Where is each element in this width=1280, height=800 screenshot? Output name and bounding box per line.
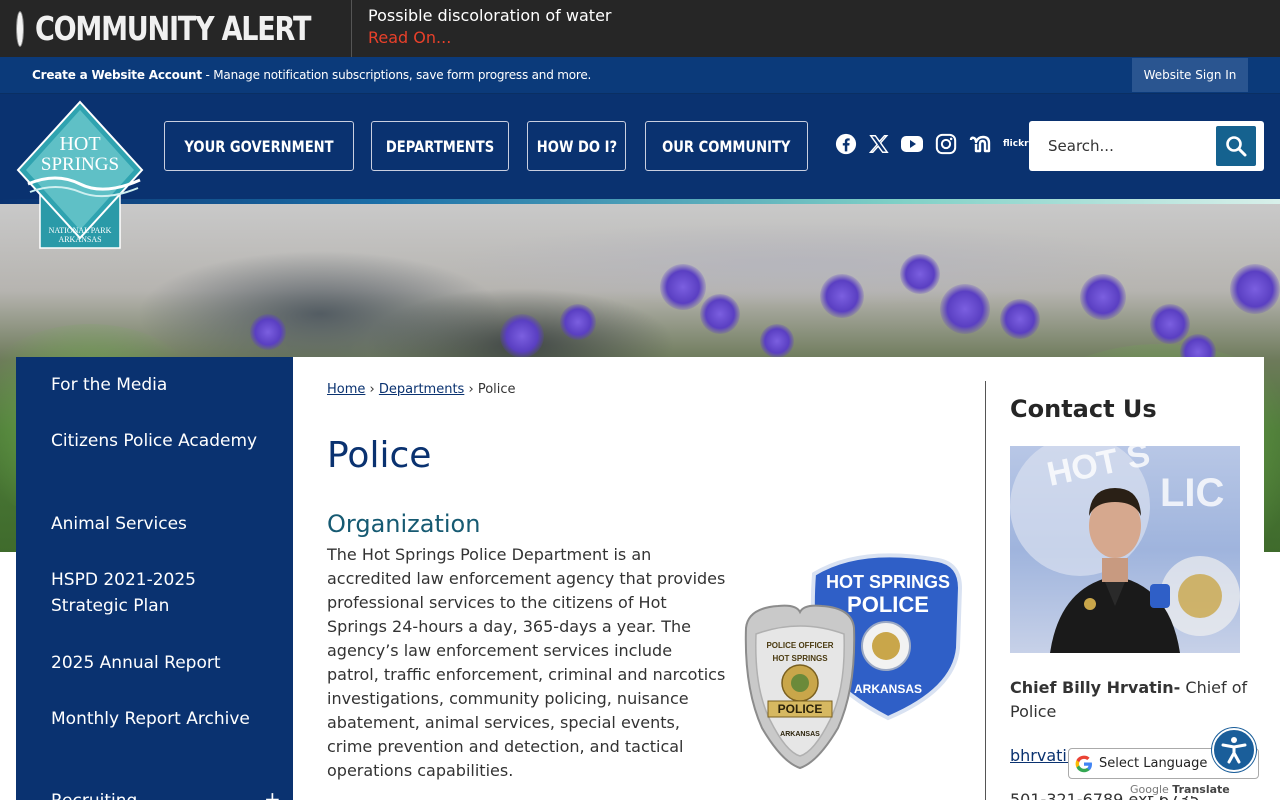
page-title: Police	[327, 435, 432, 476]
header-accent-stripe	[0, 199, 1280, 204]
flickr-icon[interactable]: flickr	[1003, 139, 1029, 149]
nav-how-do-i[interactable]: HOW DO I?	[527, 121, 626, 171]
nav-label: DEPARTMENTS	[385, 136, 495, 156]
chief-email-link[interactable]: bhrvatin	[1010, 746, 1077, 765]
search-input[interactable]	[1037, 129, 1217, 163]
patch-text-2: POLICE	[847, 592, 929, 617]
chief-name: Chief Billy Hrvatin- Chief of Police	[1010, 676, 1250, 724]
alert-icon	[17, 11, 23, 46]
search-icon	[1226, 136, 1247, 157]
section-title: Organization	[327, 510, 481, 538]
nextdoor-icon[interactable]	[968, 131, 994, 157]
nav-your-government[interactable]: YOUR GOVERNMENT	[164, 121, 354, 171]
google-brand: Google	[1130, 783, 1169, 796]
chief-photo: HOT S LIC	[1010, 446, 1240, 653]
sidebar-item-animal-services[interactable]: Animal Services	[51, 511, 261, 537]
account-bar: Create a Website Account - Manage notifi…	[0, 57, 1280, 94]
accessibility-icon[interactable]	[1212, 728, 1256, 772]
svg-text:LIC: LIC	[1160, 471, 1224, 515]
logo-line-3: NATIONAL PARK	[49, 226, 112, 235]
translate-label: Select Language	[1099, 756, 1208, 771]
breadcrumb-current: Police	[477, 382, 516, 397]
nav-our-community[interactable]: OUR COMMUNITY	[645, 121, 808, 171]
sidebar-item-monthly-report-archive[interactable]: Monthly Report Archive	[51, 706, 261, 732]
alert-read-on-link[interactable]: Read On...	[368, 26, 611, 50]
breadcrumb: Home › Departments › Police	[327, 382, 516, 397]
powered-by-google: Google Translate	[1128, 783, 1232, 796]
instagram-icon[interactable]	[933, 131, 959, 157]
breadcrumb-departments-link[interactable]: Departments	[379, 382, 464, 397]
patch-text-1: HOT SPRINGS	[826, 572, 950, 592]
sidebar-nav: For the Media Citizens Police Academy An…	[16, 357, 293, 800]
breadcrumb-separator: ›	[468, 382, 474, 397]
nav-label: YOUR GOVERNMENT	[184, 136, 334, 156]
sidebar-item-strategic-plan[interactable]: HSPD 2021-2025 Strategic Plan	[51, 567, 261, 619]
patch-text-3: ARKANSAS	[854, 682, 922, 696]
alert-message[interactable]: Possible discoloration of water	[368, 6, 611, 26]
logo-line-1: HOT	[59, 133, 100, 155]
alert-title: COMMUNITY ALERT	[35, 9, 311, 48]
shield-text-2: HOT SPRINGS	[772, 654, 828, 663]
account-description: - Manage notification subscriptions, sav…	[201, 68, 592, 82]
contact-us-heading: Contact Us	[1010, 395, 1157, 423]
x-twitter-icon[interactable]	[866, 131, 892, 157]
nav-departments[interactable]: DEPARTMENTS	[371, 121, 509, 171]
logo-line-2: SPRINGS	[41, 154, 119, 175]
police-badges-image: HOT SPRINGS POLICE ARKANSAS POLICE OFFIC…	[744, 553, 963, 770]
breadcrumb-home-link[interactable]: Home	[327, 382, 365, 397]
logo-line-4: ARKANSAS	[58, 235, 101, 244]
expand-recruiting-icon[interactable]: +	[264, 787, 281, 800]
alert-heading: COMMUNITY ALERT	[0, 0, 352, 57]
nav-label: HOW DO I?	[536, 136, 617, 156]
google-g-icon	[1075, 755, 1092, 772]
search-box	[1029, 121, 1264, 171]
sidebar-item-recruiting[interactable]: Recruiting	[51, 788, 261, 800]
translate-brand: Translate	[1172, 783, 1230, 796]
community-alert-bar: COMMUNITY ALERT Possible discoloration o…	[0, 0, 1280, 57]
column-divider	[985, 381, 986, 800]
hot-springs-logo[interactable]: HOT SPRINGS NATIONAL PARK ARKANSAS	[16, 100, 144, 250]
facebook-icon[interactable]	[833, 131, 859, 157]
shield-text-3: POLICE	[778, 702, 823, 716]
search-button[interactable]	[1216, 126, 1256, 166]
organization-description: The Hot Springs Police Department is an …	[327, 545, 726, 780]
nav-label: OUR COMMUNITY	[662, 136, 791, 156]
shield-text-1: POLICE OFFICER	[766, 641, 833, 650]
chief-name-bold: Chief Billy Hrvatin-	[1010, 678, 1181, 697]
sidebar-item-citizens-police-academy[interactable]: Citizens Police Academy	[51, 428, 261, 454]
sidebar-item-annual-report[interactable]: 2025 Annual Report	[51, 650, 261, 676]
shield-text-4: ARKANSAS	[780, 731, 820, 738]
create-account-link[interactable]: Create a Website Account	[32, 68, 202, 82]
youtube-icon[interactable]	[899, 131, 925, 157]
account-message: Create a Website Account - Manage notifi…	[32, 68, 591, 82]
breadcrumb-separator: ›	[369, 382, 375, 397]
website-sign-in-button[interactable]: Website Sign In	[1132, 58, 1248, 92]
sidebar-item-for-the-media[interactable]: For the Media	[51, 372, 261, 398]
